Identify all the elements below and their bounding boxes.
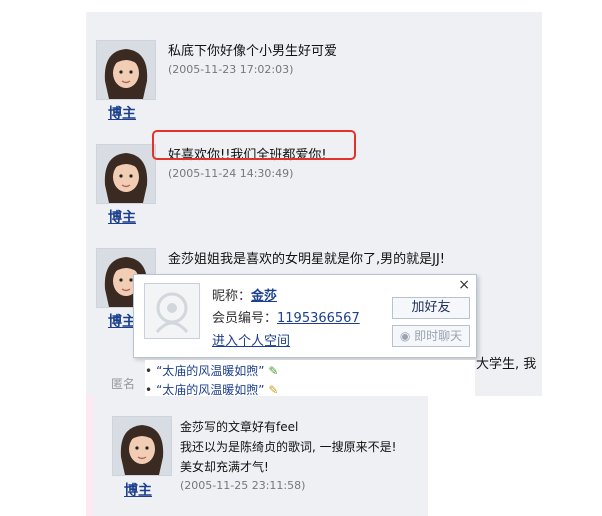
- comment-line: 我还以为是陈绮贞的歌词, 一搜原来不是!: [180, 440, 397, 454]
- comment-timestamp: (2005-11-24 14:30:49): [168, 167, 294, 180]
- comment-text: 私底下你好像个小男生好可爱: [168, 44, 338, 59]
- anonymous-label: 匿名: [111, 377, 136, 391]
- comment-card: 博主 金莎写的文章好有feel 我还以为是陈绮贞的歌词, 一搜原来不是! 美女却…: [94, 396, 428, 516]
- post-link[interactable]: • “太庙的风温暖如煦” ✎: [145, 362, 278, 379]
- author-link[interactable]: 博主: [108, 311, 136, 331]
- nickname-link[interactable]: 金莎: [251, 289, 277, 304]
- bottom-comment: 博主 金莎写的文章好有feel 我还以为是陈绮贞的歌词, 一搜原来不是! 美女却…: [86, 396, 428, 516]
- note-icon: ✎: [268, 383, 279, 397]
- user-card-popup: × 昵称：金莎 会员编号：1195366567 进入个人空间 加好友 ◉ 即时聊…: [133, 274, 477, 358]
- comment-text: 金莎姐姐我是喜欢的女明星就是你了,男的就是JJ!: [168, 252, 446, 267]
- nickname-label: 昵称：: [212, 289, 252, 304]
- instant-chat-label: 即时聊天: [414, 329, 463, 343]
- comment-timestamp: (2005-11-25 23:11:58): [180, 479, 306, 492]
- close-icon[interactable]: ×: [458, 277, 470, 293]
- personal-space-link[interactable]: 进入个人空间: [212, 330, 290, 349]
- chat-icon: ◉: [399, 329, 411, 343]
- highlight-box: [152, 130, 356, 160]
- author-link[interactable]: 博主: [124, 480, 152, 500]
- add-friend-button[interactable]: 加好友: [392, 297, 470, 319]
- avatar[interactable]: [112, 416, 172, 476]
- member-id-row: 会员编号：1195366567: [212, 307, 360, 326]
- comment-line: 金莎写的文章好有feel: [180, 420, 299, 434]
- member-id-label: 会员编号：: [212, 311, 278, 326]
- default-avatar: [144, 283, 200, 339]
- post-list: • “太庙的风温暖如煦” ✎ • “太庙的风温暖如煦” ✎: [145, 360, 475, 397]
- bullet: •: [145, 364, 153, 378]
- comment-timestamp: (2005-11-23 17:02:03): [168, 63, 294, 76]
- instant-chat-button[interactable]: ◉ 即时聊天: [392, 325, 470, 347]
- edit-icon: ✎: [268, 364, 279, 378]
- member-id-link[interactable]: 1195366567: [277, 311, 360, 326]
- comment-line: 美女却充满才气!: [180, 460, 269, 474]
- comment-text-overflow: 大学生, 我: [476, 357, 537, 372]
- nickname-row: 昵称：金莎: [212, 285, 277, 304]
- post-title: “太庙的风温暖如煦”: [156, 383, 265, 397]
- avatar[interactable]: [96, 144, 156, 204]
- author-link[interactable]: 博主: [108, 103, 136, 123]
- author-link[interactable]: 博主: [108, 207, 136, 227]
- post-title: “太庙的风温暖如煦”: [156, 364, 265, 378]
- avatar[interactable]: [96, 40, 156, 100]
- bullet: •: [145, 383, 153, 397]
